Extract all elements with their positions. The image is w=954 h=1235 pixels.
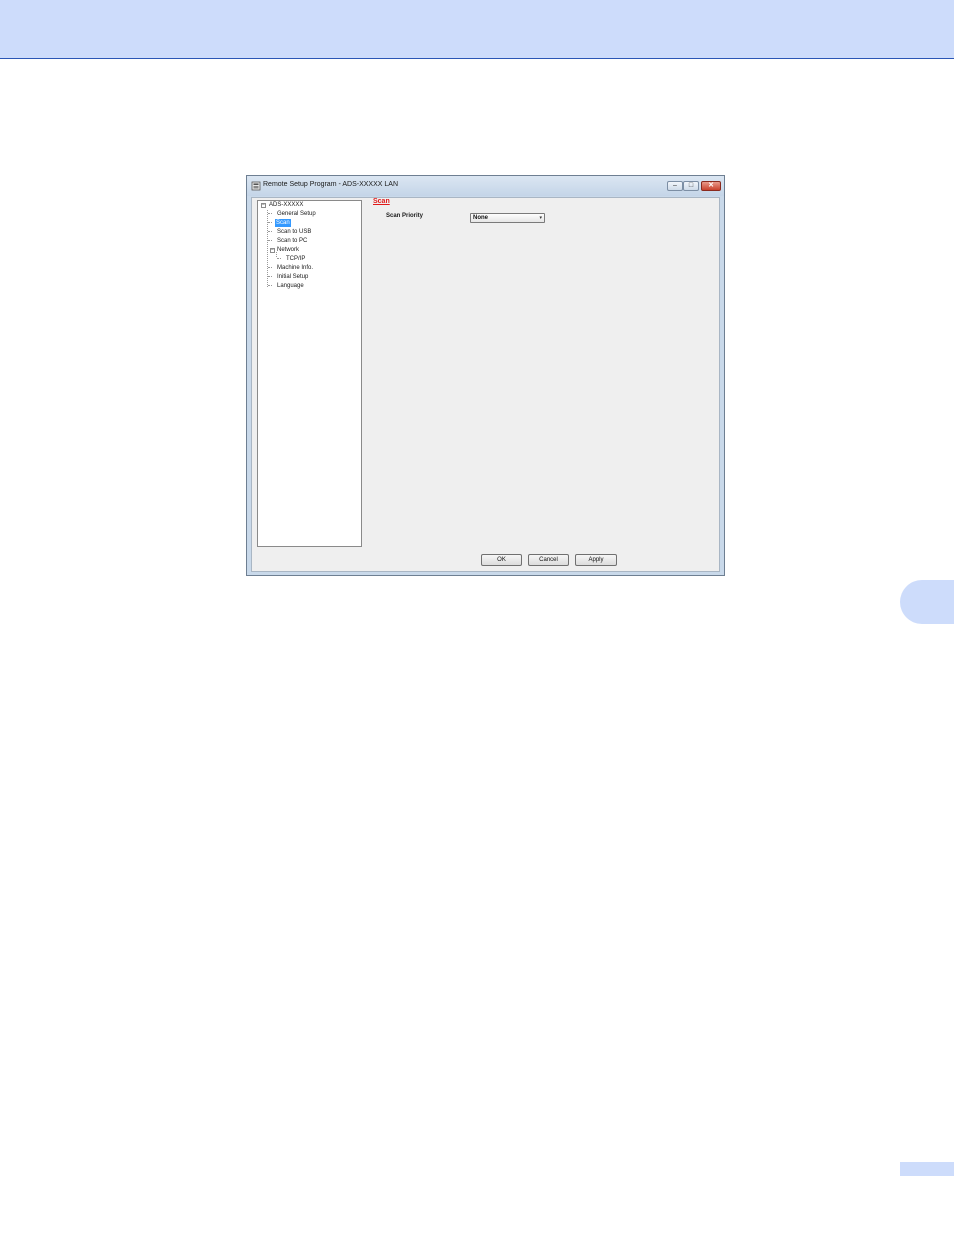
tree-connector	[268, 267, 272, 268]
collapse-icon[interactable]: −	[261, 203, 266, 208]
tree-item-tcp-ip[interactable]: TCP/IP	[286, 255, 305, 263]
close-icon: ✕	[708, 182, 714, 189]
page-header-band	[0, 0, 954, 59]
cancel-button[interactable]: Cancel	[528, 554, 569, 566]
tree-connector	[268, 276, 272, 277]
app-icon	[251, 181, 261, 191]
tree-item-scan[interactable]: Scan	[275, 219, 291, 227]
ok-button[interactable]: OK	[481, 554, 522, 566]
scan-priority-select[interactable]: None ▾	[470, 213, 545, 223]
minimize-button[interactable]: –	[667, 181, 683, 191]
section-title: Scan	[373, 198, 390, 205]
settings-tree[interactable]: − ADS-XXXXX General Setup Scan Scan to U…	[257, 200, 362, 547]
tree-item-network[interactable]: Network	[277, 246, 299, 254]
collapse-icon[interactable]: −	[270, 248, 275, 253]
window-title: Remote Setup Program - ADS-XXXXX LAN	[263, 181, 398, 188]
tree-connector	[277, 258, 281, 259]
tree-connector	[268, 231, 272, 232]
scan-priority-value: None	[473, 215, 488, 221]
tree-connector	[268, 285, 272, 286]
tree-connector	[268, 213, 272, 214]
tree-connector	[268, 222, 272, 223]
chevron-down-icon: ▾	[539, 215, 542, 221]
maximize-icon: □	[688, 182, 694, 189]
page-number-box	[900, 1162, 954, 1176]
tree-item-scan-to-usb[interactable]: Scan to USB	[277, 228, 311, 236]
remote-setup-window: Remote Setup Program - ADS-XXXXX LAN – □…	[246, 175, 725, 576]
minimize-icon: –	[673, 182, 677, 189]
window-client-area: − ADS-XXXXX General Setup Scan Scan to U…	[251, 197, 720, 572]
tree-item-language[interactable]: Language	[277, 282, 304, 290]
chapter-tab	[900, 580, 954, 624]
scan-priority-label: Scan Priority	[386, 213, 424, 219]
tree-item-scan-to-pc[interactable]: Scan to PC	[277, 237, 307, 245]
maximize-button[interactable]: □	[683, 181, 699, 191]
tree-item-initial-setup[interactable]: Initial Setup	[277, 273, 308, 281]
apply-button[interactable]: Apply	[575, 554, 617, 566]
tree-root-device[interactable]: ADS-XXXXX	[269, 201, 303, 209]
window-titlebar[interactable]: Remote Setup Program - ADS-XXXXX LAN – □…	[247, 176, 724, 196]
tree-item-general-setup[interactable]: General Setup	[277, 210, 316, 218]
tree-item-machine-info[interactable]: Machine Info.	[277, 264, 313, 272]
tree-connector	[268, 240, 272, 241]
close-button[interactable]: ✕	[701, 181, 721, 191]
